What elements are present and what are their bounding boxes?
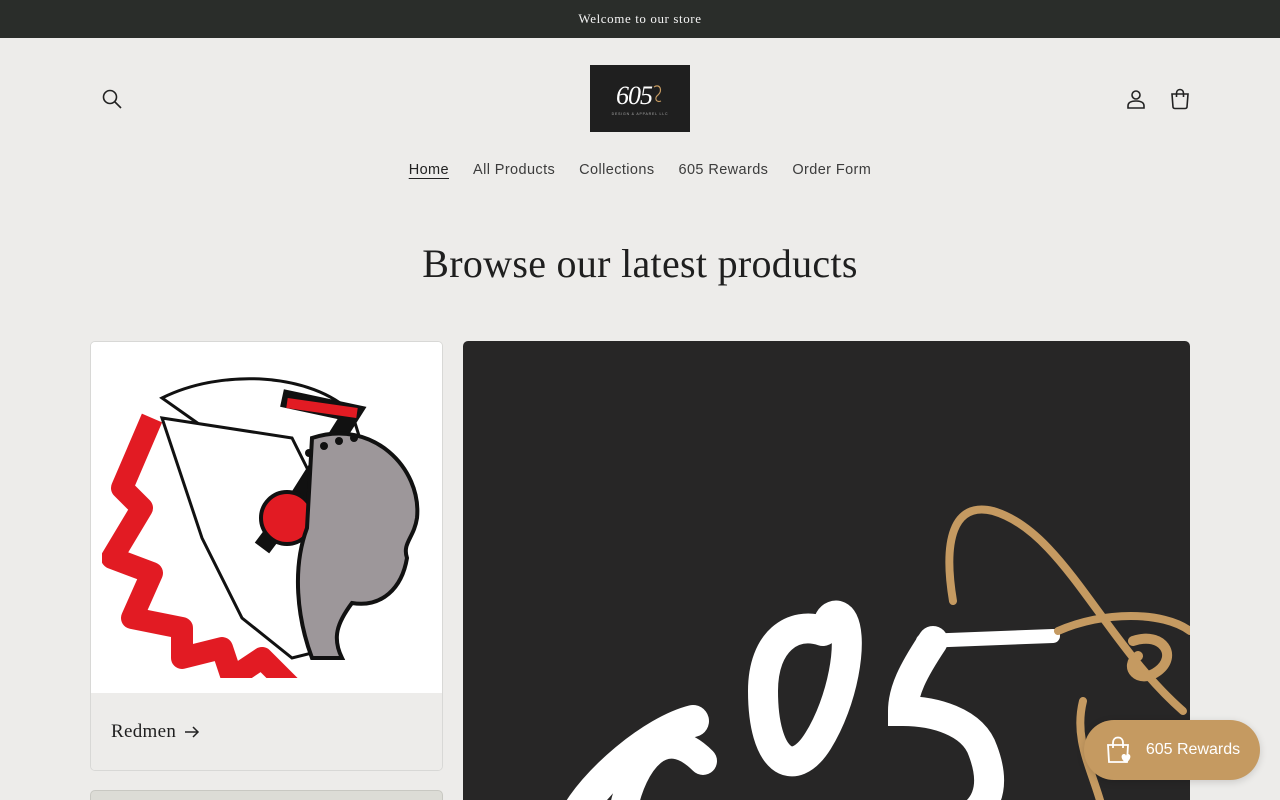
nav-all-products[interactable]: All Products [473,160,555,180]
account-icon[interactable] [1120,83,1152,115]
logo-mark: 605 [616,81,664,111]
product-card-partial[interactable] [90,790,443,800]
product-title: Redmen [111,720,177,742]
logo-subtext: Design & Apparel LLC [611,112,669,116]
redmen-chief-logo [101,376,419,678]
605-brand-artwork [566,505,1190,800]
product-image [91,342,442,693]
featured-collection-image[interactable] [463,341,1190,800]
logo-swirl-icon [653,85,662,103]
nav-collections[interactable]: Collections [579,160,654,180]
section-heading: Browse our latest products [422,241,858,286]
main-nav: Home All Products Collections 605 Reward… [0,160,1280,180]
rewards-label: 605 Rewards [1145,741,1241,758]
rewards-launcher-button[interactable]: 605 Rewards [1084,720,1260,780]
nav-605-rewards[interactable]: 605 Rewards [679,160,769,180]
product-card-redmen[interactable]: Redmen [90,341,443,771]
announcement-bar: Welcome to our store [0,0,1280,38]
logo-text: 605 [616,81,653,110]
product-card-footer: Redmen [91,693,442,770]
nav-home[interactable]: Home [409,160,449,180]
arrow-right-icon [185,725,200,738]
search-icon[interactable] [96,83,128,115]
shopping-bag-heart-icon [1106,736,1131,763]
store-logo[interactable]: 605 Design & Apparel LLC [590,65,690,132]
cart-icon[interactable] [1164,83,1196,115]
announcement-text: Welcome to our store [578,11,702,26]
nav-order-form[interactable]: Order Form [792,160,871,180]
